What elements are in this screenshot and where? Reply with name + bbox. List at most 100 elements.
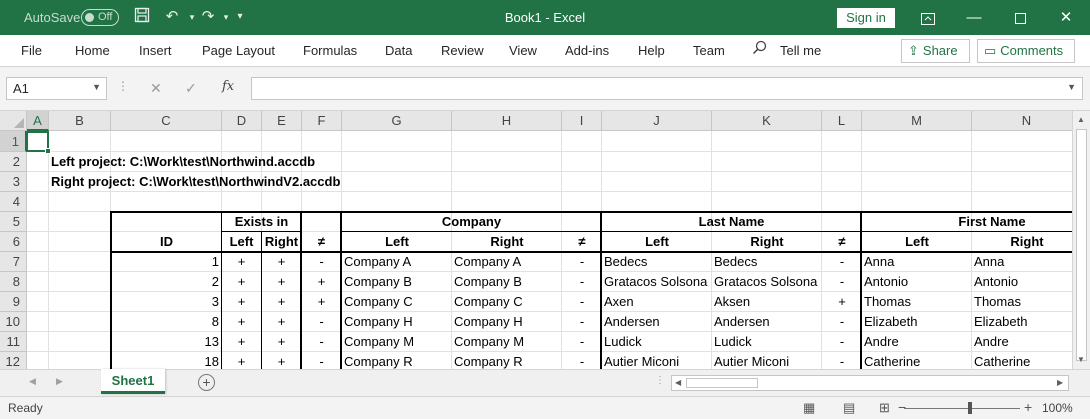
table-cell-fnr[interactable]: Elizabeth [972,312,1072,332]
table-cell-id[interactable]: 13 [112,332,221,352]
table-cell-lnd[interactable]: - [822,352,862,369]
name-box[interactable]: A1 ▼ [6,77,107,100]
ribbon-display-icon[interactable] [905,0,951,35]
table-cell-exl[interactable]: + [222,312,261,332]
table-cell-compl[interactable]: Company C [342,292,452,312]
table-cell-fnl[interactable]: Elizabeth [862,312,972,332]
row-header-11[interactable]: 11 [0,332,27,352]
table-cell-exl[interactable]: + [222,352,261,369]
table-cell-exd[interactable]: - [302,312,341,332]
select-all-corner[interactable] [0,111,27,131]
enter-check-icon[interactable]: ✓ [185,80,197,97]
header-first-name[interactable]: First Name [862,212,1072,232]
row-header-12[interactable]: 12 [0,352,27,369]
vertical-scroll-thumb[interactable] [1076,129,1087,361]
tab-insert[interactable]: Insert [139,43,172,58]
table-cell-lnr[interactable]: Aksen [712,292,822,312]
zoom-level[interactable]: 100% [1042,401,1073,415]
table-cell-lnl[interactable]: Andersen [602,312,712,332]
row-header-1[interactable]: 1 [0,131,27,152]
column-header-i[interactable]: I [562,111,602,131]
column-header-b[interactable]: B [49,111,111,131]
table-cell-fnl[interactable]: Thomas [862,292,972,312]
zoom-out-icon[interactable]: − [898,399,906,415]
row-header-7[interactable]: 7 [0,252,27,272]
column-header-f[interactable]: F [302,111,342,131]
table-cell-compr[interactable]: Company R [452,352,562,369]
table-cell-compd[interactable]: - [562,252,602,272]
prev-sheet-icon[interactable]: ◀ [29,376,36,387]
scroll-up-icon[interactable]: ▲ [1077,115,1085,124]
row-header-10[interactable]: 10 [0,312,27,332]
table-cell-lnl[interactable]: Gratacos Solsona [602,272,712,292]
header-exists-right[interactable]: Right [262,232,301,252]
tab-splitter-icon[interactable]: ⋮ [655,375,665,386]
table-cell-compd[interactable]: - [562,292,602,312]
table-cell-compd[interactable]: - [562,272,602,292]
table-cell-exl[interactable]: + [222,332,261,352]
table-cell-lnr[interactable]: Autier Miconi [712,352,822,369]
tab-formulas[interactable]: Formulas [303,43,357,58]
scroll-down-icon[interactable]: ▼ [1077,355,1085,364]
row-header-4[interactable]: 4 [0,192,27,212]
table-cell-lnr[interactable]: Gratacos Solsona [712,272,822,292]
column-header-e[interactable]: E [262,111,302,131]
column-header-h[interactable]: H [452,111,562,131]
table-cell-fnr[interactable]: Andre [972,332,1072,352]
lightbulb-search-icon[interactable] [752,40,767,59]
table-cell-fnr[interactable]: Thomas [972,292,1072,312]
worksheet-grid[interactable]: A B C D E F G H I J K L M N 1 2 3 4 5 6 … [0,111,1072,369]
table-cell-exd[interactable]: - [302,332,341,352]
normal-view-icon[interactable]: ▦ [803,400,815,416]
right-project-text[interactable]: Right project: C:\Work\test\NorthwindV2.… [49,172,549,192]
share-button[interactable]: ⇪ Share [901,39,970,63]
table-cell-exl[interactable]: + [222,252,261,272]
table-cell-compl[interactable]: Company H [342,312,452,332]
table-cell-compl[interactable]: Company B [342,272,452,292]
tab-review[interactable]: Review [441,43,484,58]
table-cell-id[interactable]: 8 [112,312,221,332]
header-id[interactable]: ID [112,232,221,252]
left-project-text[interactable]: Left project: C:\Work\test\Northwind.acc… [49,152,549,172]
table-cell-lnl[interactable]: Bedecs [602,252,712,272]
table-cell-lnd[interactable]: - [822,332,862,352]
insert-function-icon[interactable]: fx [222,79,234,94]
maximize-icon[interactable] [997,0,1043,35]
zoom-in-icon[interactable]: + [1024,399,1032,415]
row-header-2[interactable]: 2 [0,152,27,172]
tab-team[interactable]: Team [693,43,725,58]
table-cell-fnr[interactable]: Antonio [972,272,1072,292]
active-cell-a1[interactable] [26,131,51,154]
header-firstname-left[interactable]: Left [862,232,972,252]
table-cell-exr[interactable]: + [262,252,301,272]
table-cell-exl[interactable]: + [222,292,261,312]
vertical-scrollbar[interactable]: ▲ ▼ [1072,111,1090,369]
header-firstname-right[interactable]: Right [972,232,1072,252]
table-cell-exl[interactable]: + [222,272,261,292]
row-header-9[interactable]: 9 [0,292,27,312]
table-cell-exr[interactable]: + [262,352,301,369]
table-cell-compr[interactable]: Company C [452,292,562,312]
tab-add-ins[interactable]: Add-ins [565,43,609,58]
column-header-l[interactable]: L [822,111,862,131]
table-cell-exr[interactable]: + [262,272,301,292]
page-break-view-icon[interactable]: ⊞ [879,400,890,416]
header-last-name[interactable]: Last Name [602,212,861,232]
table-cell-compd[interactable]: - [562,332,602,352]
row-header-6[interactable]: 6 [0,232,27,252]
table-cell-lnd[interactable]: - [822,252,862,272]
table-cell-lnd[interactable]: + [822,292,862,312]
table-cell-lnd[interactable]: - [822,312,862,332]
minimize-icon[interactable]: — [951,0,997,35]
zoom-slider-knob[interactable] [968,402,972,414]
table-cell-lnl[interactable]: Ludick [602,332,712,352]
table-cell-compr[interactable]: Company M [452,332,562,352]
scroll-right-icon[interactable]: ▶ [1057,378,1063,387]
table-cell-fnl[interactable]: Catherine [862,352,972,369]
table-cell-compr[interactable]: Company H [452,312,562,332]
table-cell-id[interactable]: 18 [112,352,221,369]
tab-page-layout[interactable]: Page Layout [202,43,275,58]
column-header-n[interactable]: N [972,111,1072,131]
header-exists-left[interactable]: Left [222,232,261,252]
header-company-neq[interactable]: ≠ [562,232,602,252]
